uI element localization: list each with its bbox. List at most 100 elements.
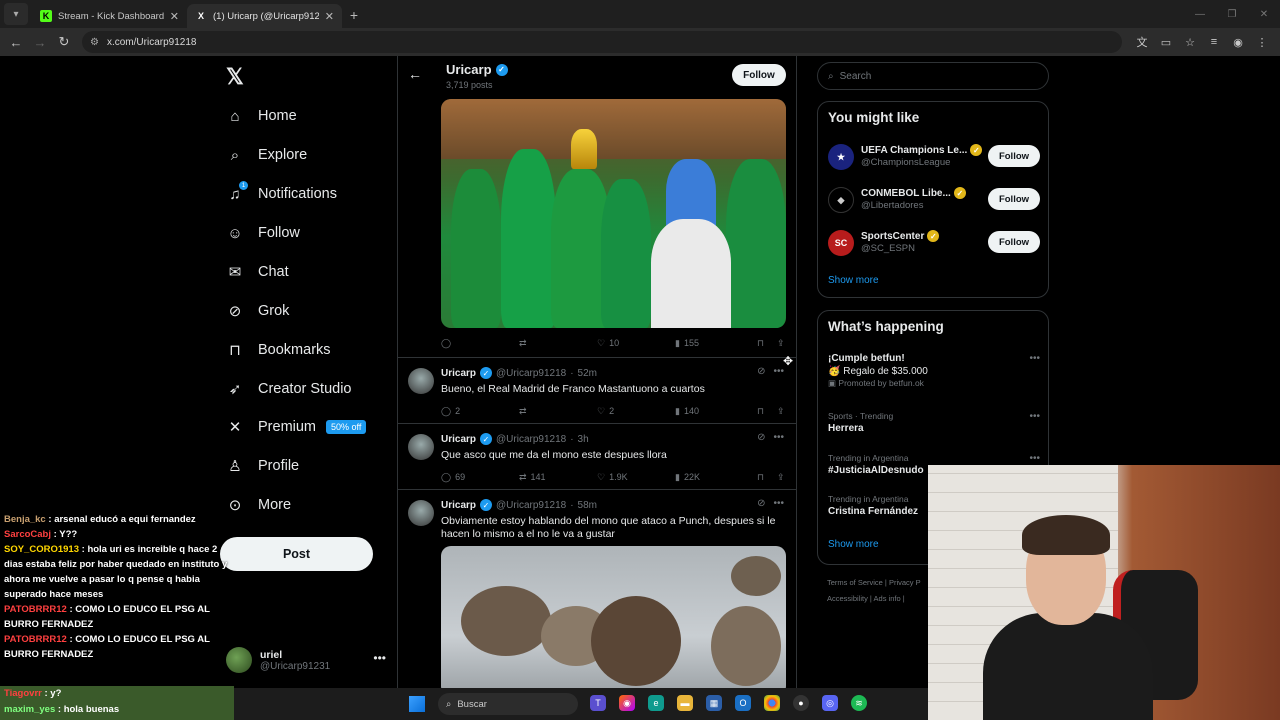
discord-icon[interactable]: ◎ (822, 695, 838, 711)
more-dots-icon[interactable]: ••• (1029, 411, 1040, 422)
post-button[interactable]: Post (220, 537, 373, 571)
tab-search-button[interactable]: ▾ (4, 3, 28, 25)
nav-chat[interactable]: ✉ Chat (226, 257, 289, 287)
more-dots-icon[interactable]: ••• (773, 432, 784, 443)
avatar (408, 368, 434, 394)
nav-grok[interactable]: ⊘ Grok (226, 296, 290, 326)
more-dots-icon[interactable]: ••• (1029, 453, 1040, 464)
reload-icon[interactable]: ↻ (52, 30, 76, 54)
footer-line[interactable]: Terms of Service | Privacy P (827, 575, 921, 591)
more-dots-icon[interactable]: ••• (1029, 353, 1040, 364)
menu-icon[interactable]: ⋮ (1252, 36, 1272, 49)
reply-icon: ◯ (441, 471, 452, 482)
suggestion-item[interactable]: ★ UEFA Champions Le... ✓ @ChampionsLeague… (828, 140, 1040, 174)
follow-button[interactable]: Follow (988, 231, 1040, 253)
minimize-icon[interactable]: — (1184, 0, 1216, 28)
nav-creator-studio[interactable]: ➶ Creator Studio (226, 374, 352, 404)
new-tab-button[interactable]: + (342, 4, 366, 26)
reply-button[interactable]: ◯ 69 (441, 472, 519, 483)
avatar (408, 434, 434, 460)
follow-button[interactable]: Follow (732, 64, 786, 86)
show-more-link[interactable]: Show more (828, 539, 879, 550)
grok-icon[interactable]: ⊘ (757, 432, 765, 443)
translate-icon[interactable]: 文 (1132, 34, 1152, 50)
nav-home[interactable]: ⌂ Home (226, 101, 296, 131)
tab-x-profile[interactable]: X (1) Uricarp (@Uricarp91218) / X ✕ (187, 4, 342, 28)
store-icon[interactable]: ▦ (706, 695, 722, 711)
chrome-icon[interactable] (764, 695, 780, 711)
bookmark-icon[interactable]: ⊓ (757, 338, 777, 349)
reply-icon[interactable]: ◯ (441, 338, 519, 349)
outlook-icon[interactable]: O (735, 695, 751, 711)
close-tab-icon[interactable]: ✕ (325, 10, 334, 23)
tweet[interactable]: Uricarp ✓ @Uricarp91218 · 52m ⊘ ••• Bueno, el… (398, 357, 796, 423)
verified-badge-icon: ✓ (480, 433, 493, 445)
cast-icon[interactable]: ▭ (1156, 36, 1176, 49)
like-button[interactable]: ♡ 1.9K (597, 472, 675, 483)
nav-notifications[interactable]: ♫ 1 Notifications (226, 179, 337, 209)
suggestion-item[interactable]: SC SportsCenter ✓ @SC_ESPN Follow (828, 226, 1040, 260)
nav-follow[interactable]: ☺ Follow (226, 218, 300, 248)
nav-premium[interactable]: ✕ Premium 50% off (226, 412, 367, 442)
show-more-link[interactable]: Show more (828, 275, 879, 286)
more-dots-icon[interactable]: ••• (773, 498, 784, 509)
edge-icon[interactable]: e (648, 695, 664, 711)
share-icon[interactable]: ⇪ (777, 338, 785, 349)
nav-explore[interactable]: ⌕ Explore (226, 140, 307, 170)
trend-item[interactable]: ¡Cumple betfun! 🥳 Regalo de $35.000 ▣ Pr… (828, 353, 1040, 389)
profile-icon[interactable]: ◉ (1228, 36, 1248, 49)
close-window-icon[interactable]: ✕ (1248, 0, 1280, 28)
taskbar-search[interactable]: ⌕ Buscar (438, 693, 578, 715)
file-explorer-icon[interactable]: ▬ (677, 695, 693, 711)
nav-bookmarks[interactable]: ⊓ Bookmarks (226, 335, 330, 365)
suggestion-item[interactable]: ◆ CONMEBOL Libe... ✓ @Libertadores Follow (828, 183, 1040, 217)
nav-more[interactable]: ⊙ More (226, 490, 291, 520)
reply-button[interactable]: ◯ 2 (441, 406, 519, 417)
extensions-icon[interactable]: ≡ (1204, 36, 1224, 48)
windows-start-icon[interactable] (409, 696, 425, 712)
copilot-icon[interactable]: ◉ (619, 695, 635, 711)
views-button[interactable]: ▮ 140 (675, 406, 757, 417)
webcam-overlay (928, 465, 1280, 720)
footer-line[interactable]: Accessibility | Ads info | (827, 591, 921, 607)
nav-profile[interactable]: ♙ Profile (226, 451, 299, 481)
heart-icon: ♡ (597, 337, 606, 348)
like-button[interactable]: ♡ 2 (597, 406, 675, 417)
star-icon[interactable]: ☆ (1180, 36, 1200, 49)
grok-icon[interactable]: ⊘ (757, 498, 765, 509)
repost-icon[interactable]: ⇄ (519, 338, 597, 349)
x-logo-icon[interactable]: 𝕏 (226, 66, 248, 88)
follow-button[interactable]: Follow (988, 145, 1040, 167)
follow-button[interactable]: Follow (988, 188, 1040, 210)
account-switcher[interactable]: uriel @Uricarp91231 ••• (226, 643, 386, 677)
back-arrow-icon[interactable]: ← (408, 66, 422, 82)
search-box[interactable]: ⌕ Search (817, 62, 1049, 90)
grok-icon[interactable]: ⊘ (757, 366, 765, 377)
url-field[interactable]: ⚙ x.com/Uricarp91218 (82, 31, 1122, 53)
views-button[interactable]: ▮ 155 (675, 338, 757, 349)
search-icon: ⌕ (828, 70, 834, 82)
bookmark-icon[interactable]: ⊓ (757, 472, 777, 483)
celebration-photo[interactable] (441, 99, 786, 328)
bookmark-icon[interactable]: ⊓ (757, 406, 777, 417)
trend-item[interactable]: Sports · Trending Herrera ••• (828, 411, 1040, 434)
forward-icon[interactable]: → (28, 30, 52, 54)
repost-button[interactable]: ⇄ 141 (519, 472, 597, 483)
close-tab-icon[interactable]: ✕ (170, 10, 179, 23)
share-icon[interactable]: ⇪ (777, 406, 785, 417)
obs-icon[interactable]: ● (793, 695, 809, 711)
spotify-icon[interactable]: ≋ (851, 695, 867, 711)
repost-icon[interactable]: ⇄ (519, 406, 597, 417)
promoted-icon: ▣ (828, 378, 837, 388)
back-icon[interactable]: ← (4, 30, 28, 54)
teams-icon[interactable]: T (590, 695, 606, 711)
tab-kick-dashboard[interactable]: K Stream - Kick Dashboard ✕ (32, 4, 187, 28)
views-button[interactable]: ▮ 22K (675, 472, 757, 483)
monkeys-photo[interactable] (441, 546, 786, 688)
site-info-icon[interactable]: ⚙ (90, 37, 99, 48)
share-icon[interactable]: ⇪ (777, 472, 785, 483)
more-dots-icon[interactable]: ••• (373, 651, 386, 665)
tweet[interactable]: Uricarp ✓ @Uricarp91218 · 3h ⊘ ••• Que asco q… (398, 423, 796, 489)
like-button[interactable]: ♡ 10 (597, 338, 675, 349)
maximize-icon[interactable]: ❐ (1216, 0, 1248, 28)
